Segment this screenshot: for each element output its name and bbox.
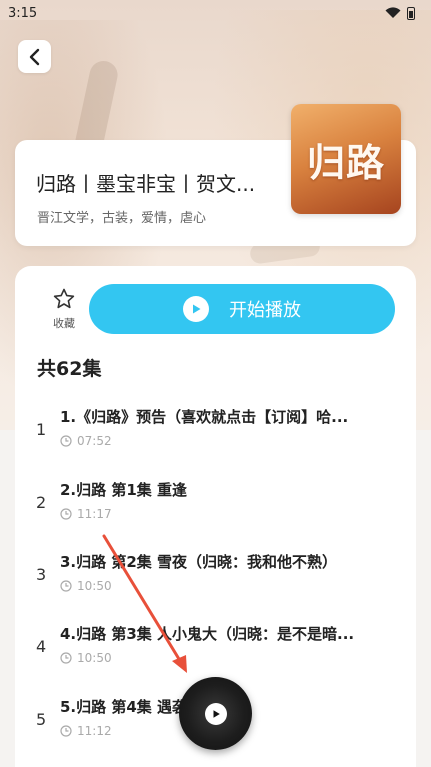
episode-index: 3 [36, 565, 47, 584]
clock-icon [60, 652, 72, 664]
episode-item[interactable]: 1 1.《归路》预告（喜欢就点击【订阅】哈... 07:52 [15, 396, 416, 466]
floating-player-button[interactable] [179, 677, 252, 750]
episode-duration: 11:17 [77, 507, 112, 521]
back-button[interactable] [18, 40, 51, 73]
status-time: 3:15 [8, 5, 38, 21]
episode-title: 3.归路 第2集 雪夜（归晓：我和他不熟） [60, 553, 338, 571]
clock-icon [60, 725, 72, 737]
cover-title: 归路 [306, 139, 385, 185]
book-cover: 归路 [291, 104, 401, 214]
episode-item[interactable]: 2 2.归路 第1集 重逢 11:17 [15, 469, 416, 539]
episode-duration: 10:50 [77, 579, 112, 593]
chevron-left-icon [29, 48, 39, 65]
episode-duration: 10:50 [77, 651, 112, 665]
episode-meta: 11:12 [60, 724, 112, 738]
play-icon [183, 296, 209, 322]
episode-duration: 11:12 [77, 724, 112, 738]
episode-meta: 11:17 [60, 507, 112, 521]
clock-icon [60, 435, 72, 447]
status-bar: 3:15 [0, 0, 431, 26]
clock-icon [60, 508, 72, 520]
episode-meta: 10:50 [60, 579, 112, 593]
play-all-button[interactable]: 开始播放 [89, 284, 395, 334]
wifi-icon [385, 7, 401, 18]
episode-title: 2.归路 第1集 重逢 [60, 481, 188, 499]
episode-item[interactable]: 4 4.归路 第3集 人小鬼大（归晓：是不是暗... 10:50 [15, 613, 416, 683]
battery-icon [407, 6, 415, 20]
play-all-label: 开始播放 [229, 300, 301, 321]
favorite-label: 收藏 [53, 317, 75, 330]
book-tags: 晋江文学，古装，爱情，虐心 [37, 211, 207, 226]
episode-index: 5 [36, 710, 47, 729]
episode-index: 1 [36, 420, 47, 439]
episode-index: 2 [36, 493, 47, 512]
episode-duration: 07:52 [77, 434, 112, 448]
episode-meta: 10:50 [60, 651, 112, 665]
screen: 3:15 归路丨墨宝非宝丨贺文... 晋江文学，古装，爱情，虐心 归路 收藏 开… [0, 0, 431, 767]
episode-count: 共62集 [37, 358, 102, 380]
play-icon [204, 702, 227, 725]
episode-title: 1.《归路》预告（喜欢就点击【订阅】哈... [60, 408, 349, 426]
clock-icon [60, 580, 72, 592]
favorite-button[interactable]: 收藏 [36, 287, 92, 337]
status-icons [385, 6, 415, 20]
episode-index: 4 [36, 637, 47, 656]
star-icon [53, 288, 75, 309]
book-title: 归路丨墨宝非宝丨贺文... [36, 172, 256, 196]
episode-meta: 07:52 [60, 434, 112, 448]
episode-item[interactable]: 3 3.归路 第2集 雪夜（归晓：我和他不熟） 10:50 [15, 541, 416, 611]
episode-title: 4.归路 第3集 人小鬼大（归晓：是不是暗... [60, 625, 355, 643]
